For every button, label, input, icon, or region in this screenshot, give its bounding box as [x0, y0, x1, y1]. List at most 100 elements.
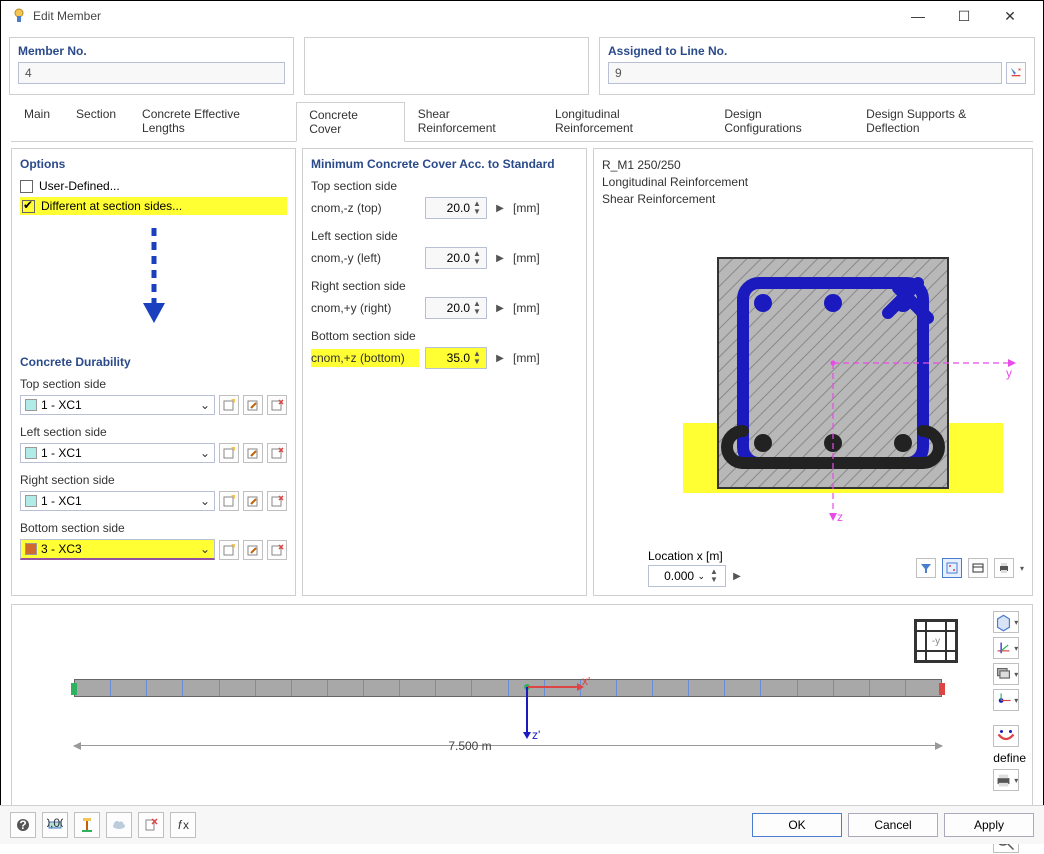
durability-left-label: Left section side	[20, 425, 287, 439]
settings-icon[interactable]	[968, 558, 988, 578]
apply-button[interactable]: Apply	[944, 813, 1034, 837]
cover-right-sub: cnom,+y (right)	[311, 301, 419, 315]
edit-button[interactable]	[243, 395, 263, 415]
location-label: Location x [m]	[648, 549, 744, 563]
ok-button[interactable]: OK	[752, 813, 842, 837]
tab-main[interactable]: Main	[11, 101, 63, 141]
edit-button[interactable]	[243, 540, 263, 560]
cover-bottom-label: Bottom section side	[311, 329, 578, 343]
cover-right-value[interactable]: 20.0▲▼	[425, 297, 487, 319]
axis-selector-icon[interactable]: -y	[914, 619, 958, 663]
next-icon[interactable]: ▶	[730, 569, 744, 583]
view-3d-icon[interactable]: ▾	[993, 611, 1019, 633]
pick-line-button[interactable]	[1006, 62, 1026, 84]
new-button[interactable]	[219, 443, 239, 463]
cloud-icon[interactable]	[106, 812, 132, 838]
svg-text:z: z	[837, 510, 843, 524]
delete-button[interactable]	[267, 540, 287, 560]
model-icon[interactable]	[74, 812, 100, 838]
new-button[interactable]	[219, 491, 239, 511]
durability-title: Concrete Durability	[20, 355, 287, 369]
cover-unit: [mm]	[513, 201, 540, 215]
dashed-arrow-annotation	[139, 225, 169, 325]
assigned-label: Assigned to Line No.	[608, 44, 1026, 58]
axes-icon[interactable]: ▾	[993, 637, 1019, 659]
assigned-field[interactable]: 9	[608, 62, 1002, 84]
minimize-button[interactable]: —	[895, 1, 941, 31]
cover-left-sub: cnom,-y (left)	[311, 251, 419, 265]
tab-section[interactable]: Section	[63, 101, 129, 141]
svg-text:x': x'	[582, 677, 590, 688]
edit-button[interactable]	[243, 491, 263, 511]
origin-icon[interactable]: ▾	[993, 689, 1019, 711]
filter-icon[interactable]	[916, 558, 936, 578]
location-value[interactable]: 0.000 ⌄▲▼	[648, 565, 726, 587]
svg-text:0,00: 0,00	[47, 817, 63, 830]
units-icon[interactable]: 0,00	[42, 812, 68, 838]
window-title: Edit Member	[33, 9, 101, 23]
tab-shear-reinforcement[interactable]: Shear Reinforcement	[405, 101, 542, 141]
member-no-label: Member No.	[18, 44, 285, 58]
preview-line1: R_M1 250/250	[602, 157, 1024, 174]
print-icon[interactable]: ▾	[993, 769, 1019, 791]
different-sides-checkbox-row[interactable]: Different at section sides...	[20, 197, 287, 215]
svg-text:?: ?	[19, 818, 26, 832]
close-button[interactable]: ✕	[987, 1, 1033, 31]
options-panel: Options User-Defined... Different at sec…	[11, 148, 296, 596]
preview-line3: Shear Reinforcement	[602, 191, 1024, 208]
member-preview: -y ▾ ▾ ▾ ▾ define ▾ x' z' 7.500 m	[11, 604, 1033, 824]
delete-button[interactable]	[267, 443, 287, 463]
tab-design-configurations[interactable]: Design Configurations	[711, 101, 853, 141]
delete-button[interactable]	[267, 395, 287, 415]
titlebar: Edit Member — ☐ ✕	[1, 1, 1043, 31]
section-view-icon[interactable]	[942, 558, 962, 578]
member-no-box: Member No. 4	[9, 37, 294, 95]
tab-design-supports-deflection[interactable]: Design Supports & Deflection	[853, 101, 1033, 141]
new-button[interactable]	[219, 395, 239, 415]
help-icon[interactable]: ?	[10, 812, 36, 838]
svg-text:x: x	[183, 818, 189, 832]
user-defined-checkbox-row[interactable]: User-Defined...	[20, 179, 287, 193]
different-sides-label: Different at section sides...	[41, 199, 182, 213]
cover-panel: Minimum Concrete Cover Acc. to Standard …	[302, 148, 587, 596]
svg-text:y: y	[1006, 366, 1012, 380]
durability-top-select[interactable]: 1 - XC1⌄	[20, 395, 215, 415]
cover-bottom-value[interactable]: 35.0▲▼	[425, 347, 487, 369]
cover-left-value[interactable]: 20.0▲▼	[425, 247, 487, 269]
layers-icon[interactable]: ▾	[993, 663, 1019, 685]
cancel-button[interactable]: Cancel	[848, 813, 938, 837]
durability-right-select[interactable]: 1 - XC1⌄	[20, 491, 215, 511]
smiley-icon[interactable]	[993, 725, 1019, 747]
edit-button[interactable]	[243, 443, 263, 463]
next-icon[interactable]: ▶	[493, 251, 507, 265]
maximize-button[interactable]: ☐	[941, 1, 987, 31]
bottom-bar: ? 0,00 fx OK Cancel Apply	[0, 805, 1044, 844]
different-sides-checkbox[interactable]	[22, 200, 35, 213]
dimension-label: 7.500 m	[12, 739, 928, 753]
next-icon[interactable]: ▶	[493, 201, 507, 215]
cover-bottom-sub: cnom,+z (bottom)	[311, 349, 419, 367]
next-icon[interactable]: ▶	[493, 351, 507, 365]
next-icon[interactable]: ▶	[493, 301, 507, 315]
user-defined-checkbox[interactable]	[20, 180, 33, 193]
durability-left-select[interactable]: 1 - XC1⌄	[20, 443, 215, 463]
app-icon	[11, 8, 27, 24]
cover-left-label: Left section side	[311, 229, 578, 243]
tab-concrete-cover[interactable]: Concrete Cover	[296, 102, 404, 142]
member-no-field[interactable]: 4	[18, 62, 285, 84]
delete-button[interactable]	[267, 491, 287, 511]
cover-top-value[interactable]: 20.0▲▼	[425, 197, 487, 219]
delete-sheet-icon[interactable]	[138, 812, 164, 838]
options-title: Options	[20, 157, 287, 171]
durability-bottom-select[interactable]: 3 - XC3⌄	[20, 539, 215, 560]
fx-icon[interactable]: fx	[170, 812, 196, 838]
cover-top-sub: cnom,-z (top)	[311, 201, 419, 215]
tab-longitudinal-reinforcement[interactable]: Longitudinal Reinforcement	[542, 101, 711, 141]
new-button[interactable]	[219, 540, 239, 560]
preview-line2: Longitudinal Reinforcement	[602, 174, 1024, 191]
tab-concrete-effective-lengths[interactable]: Concrete Effective Lengths	[129, 101, 296, 141]
cover-top-label: Top section side	[311, 179, 578, 193]
print-icon[interactable]	[994, 558, 1014, 578]
header-spacer	[304, 37, 589, 95]
assigned-box: Assigned to Line No. 9	[599, 37, 1035, 95]
